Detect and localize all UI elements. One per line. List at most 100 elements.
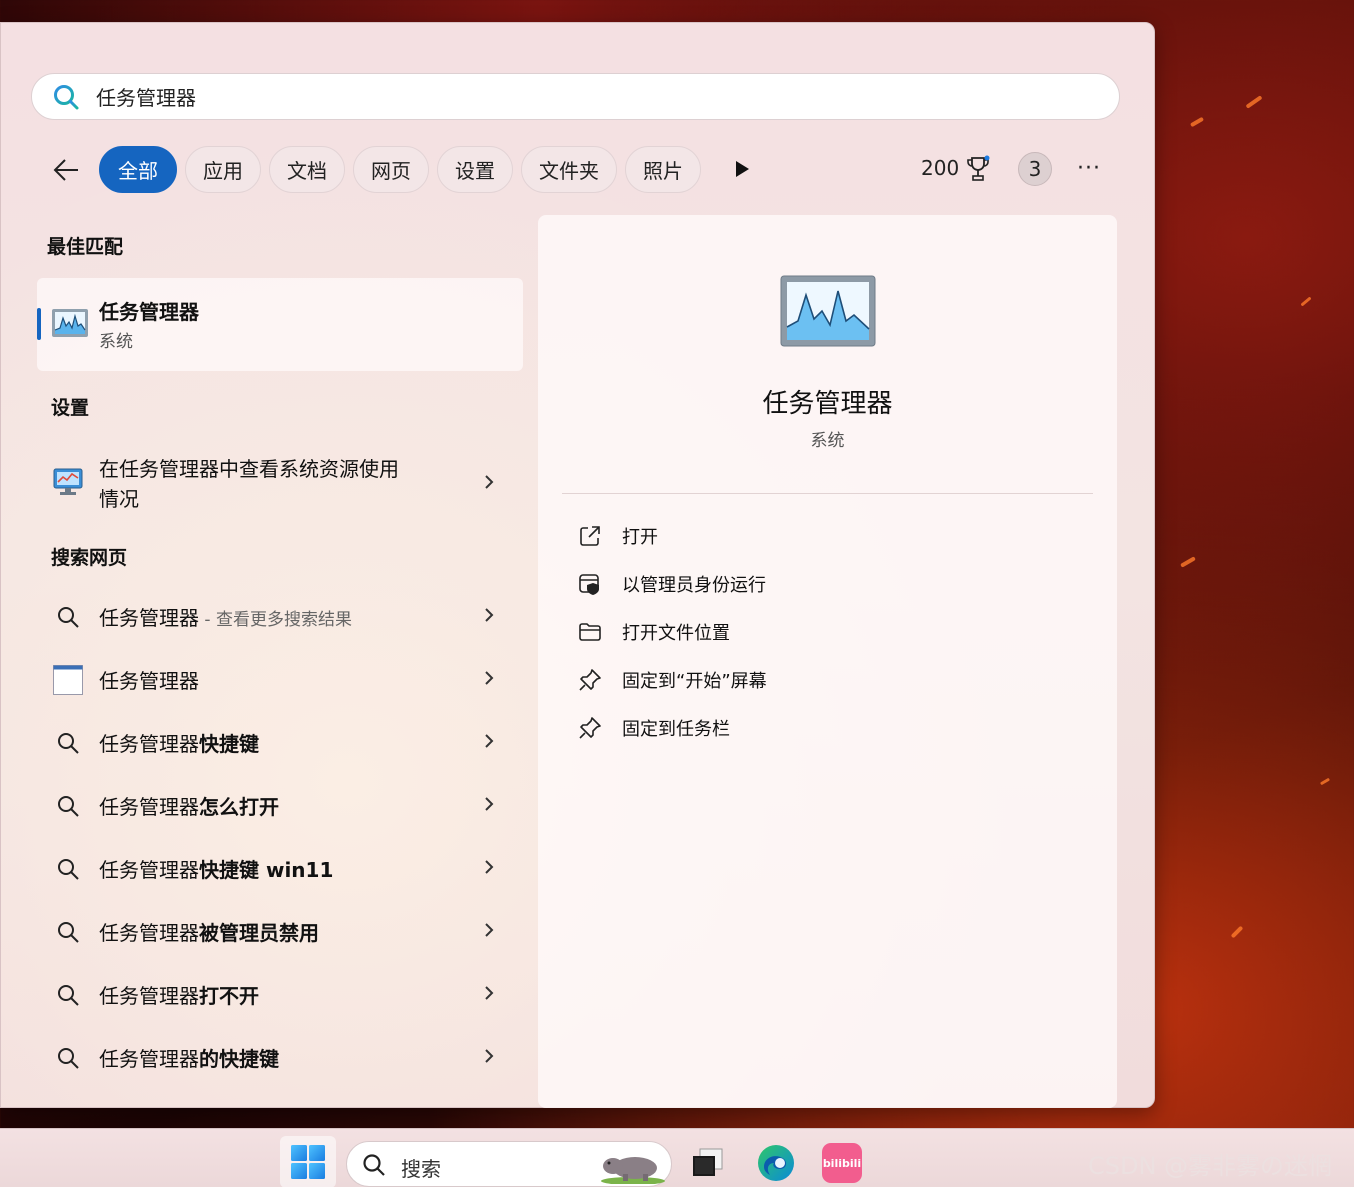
task-manager-icon [52,309,88,337]
detail-pane: 任务管理器 系统 打开 以管理员身份运行 打开文件位置 固定到“开始”屏幕 固定… [538,215,1117,1108]
action-run-as-admin-label: 以管理员身份运行 [622,575,766,596]
web-result-suggestion: 被管理员禁用 [199,921,319,945]
web-result-query: 任务管理器 [99,921,199,945]
web-result-query: 任务管理器 [99,669,199,693]
web-result-suggestion: 快捷键 [199,732,259,756]
detail-subtitle: 系统 [810,431,845,451]
web-result-item[interactable]: 任务管理器打不开 [37,964,523,1024]
action-open-label: 打开 [622,527,658,548]
search-icon [58,985,79,1006]
filter-chip-all[interactable]: 全部 [99,146,177,193]
action-open[interactable]: 打开 [578,521,658,551]
windows-start-icon [291,1145,325,1179]
web-result-query: 任务管理器 [99,795,199,819]
search-icon [58,607,79,628]
rewards-points[interactable]: 200 [921,156,959,180]
web-result-query: 任务管理器 [99,732,199,756]
search-icon [58,859,79,880]
selection-indicator [37,308,41,340]
folder-icon [579,623,601,641]
action-pin-to-taskbar-label: 固定到任务栏 [622,719,730,740]
filter-chip-settings[interactable]: 设置 [437,146,513,193]
web-result-item[interactable]: 任务管理器 [37,649,523,709]
web-result-suggestion: 快捷键 win11 [199,858,334,882]
search-icon [58,922,79,943]
back-button[interactable] [49,153,83,187]
wallpaper-spark [1319,777,1331,786]
action-pin-to-start[interactable]: 固定到“开始”屏幕 [578,665,767,695]
filter-chip-web[interactable]: 网页 [353,146,429,193]
web-result-query: 任务管理器 [99,984,199,1008]
edge-icon[interactable] [756,1143,796,1183]
back-arrow-icon [53,159,78,181]
filter-chip-documents[interactable]: 文档 [269,146,345,193]
search-box[interactable] [31,73,1120,120]
web-result-suggestion: 打不开 [199,984,259,1008]
shield-icon [579,574,599,595]
pin-icon [579,669,601,691]
more-options-button[interactable]: ··· [1077,156,1101,181]
bilibili-logo-text: bilibili [822,1156,862,1170]
chevron-right-icon [485,1049,494,1063]
web-result-hint: - 查看更多搜索结果 [199,610,352,630]
csdn-watermark: CSDN @雾非雾の迷惘 [1088,1152,1333,1180]
search-icon [58,733,79,754]
taskbar-search[interactable]: 搜索 [346,1141,672,1187]
action-open-file-location[interactable]: 打开文件位置 [578,617,730,647]
filter-chip-folders[interactable]: 文件夹 [521,146,617,193]
search-highlight-hippo-icon [601,1157,665,1184]
task-view-icon[interactable] [688,1143,728,1183]
settings-result-line2: 情况 [99,487,139,511]
settings-result-item[interactable]: 在任务管理器中查看系统资源使用 情况 [37,445,523,515]
chevron-right-icon [485,608,494,622]
web-result-item[interactable]: 任务管理器被管理员禁用 [37,901,523,961]
wallpaper-spark [1300,296,1312,307]
web-result-query: 任务管理器 [99,606,199,630]
bilibili-icon[interactable]: bilibili [822,1143,862,1183]
action-open-file-location-label: 打开文件位置 [622,623,730,644]
start-button[interactable] [280,1136,336,1187]
chevron-right-icon [485,923,494,937]
web-result-suggestion: 怎么打开 [199,795,279,819]
chevron-right-icon [485,860,494,874]
best-match-item[interactable]: 任务管理器 系统 [37,278,523,371]
best-match-heading: 最佳匹配 [47,236,124,258]
action-run-as-admin[interactable]: 以管理员身份运行 [578,569,766,599]
window-thumbnail-icon [53,665,83,695]
divider [562,493,1093,494]
search-icon [58,1048,79,1069]
web-result-item[interactable]: 任务管理器 - 查看更多搜索结果 [37,586,523,646]
search-input[interactable] [96,84,996,109]
search-icon [58,796,79,817]
wallpaper-spark [1189,116,1205,128]
wallpaper-spark [1245,95,1263,109]
wallpaper-spark [1180,556,1196,568]
filter-chip-apps[interactable]: 应用 [185,146,261,193]
best-match-subtitle: 系统 [99,332,133,352]
web-result-query: 任务管理器 [99,1047,199,1071]
settings-result-line1: 在任务管理器中查看系统资源使用 [99,457,399,481]
chevron-right-icon [485,734,494,748]
task-manager-icon [780,275,876,347]
web-result-item[interactable]: 任务管理器快捷键 [37,712,523,772]
web-result-item[interactable]: 任务管理器快捷键 win11 [37,838,523,898]
monitor-icon [53,468,83,495]
action-pin-to-taskbar[interactable]: 固定到任务栏 [578,713,730,743]
more-filters-play-icon[interactable] [736,161,749,177]
wallpaper-spark [1230,925,1244,939]
search-icon [363,1154,385,1176]
pin-icon [579,717,601,739]
best-match-title: 任务管理器 [99,300,199,324]
web-result-suggestion: 的快捷键 [199,1047,279,1071]
chevron-right-icon [485,671,494,685]
chevron-right-icon [485,797,494,811]
web-result-item[interactable]: 任务管理器的快捷键 [37,1027,523,1087]
filter-chip-photos[interactable]: 照片 [625,146,701,193]
account-badge[interactable]: 3 [1018,152,1052,186]
search-icon [54,84,79,109]
filter-chips: 全部 应用 文档 网页 设置 文件夹 照片 [99,146,701,193]
trophy-icon[interactable] [965,155,991,183]
web-result-query: 任务管理器 [99,858,199,882]
web-result-item[interactable]: 任务管理器怎么打开 [37,775,523,835]
taskbar-search-placeholder: 搜索 [401,1157,441,1181]
